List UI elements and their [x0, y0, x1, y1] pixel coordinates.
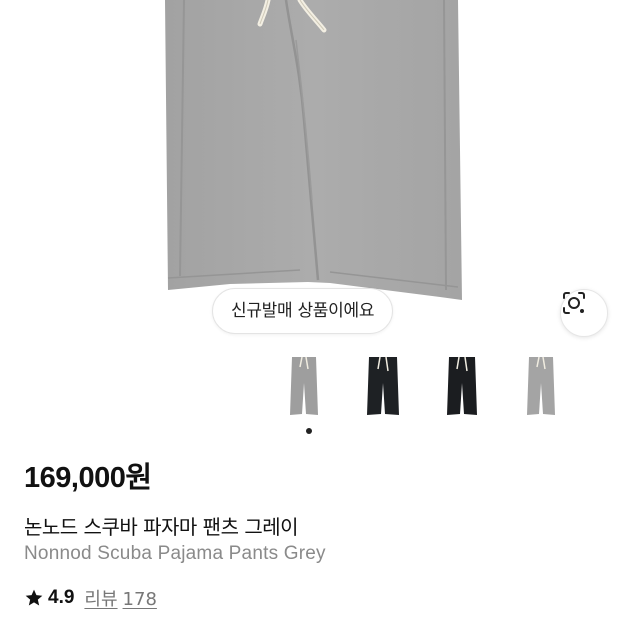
thumbnail-black-2[interactable] [438, 350, 486, 422]
carousel-indicator [306, 428, 312, 434]
review-link[interactable]: 리뷰 178 [84, 585, 156, 611]
image-search-button[interactable] [560, 289, 608, 337]
product-title-english: Nonnod Scuba Pajama Pants Grey [24, 543, 326, 564]
review-label: 리뷰 [84, 589, 118, 610]
thumbnail-grey-1[interactable] [280, 350, 328, 422]
review-count: 178 [122, 589, 157, 610]
thumbnail-black-1[interactable] [359, 350, 407, 422]
thumbnail-pants-image [527, 356, 555, 415]
thumbnail-grey-2[interactable] [517, 350, 565, 422]
rating-value: 4.9 [48, 587, 75, 608]
rating-row: 4.9 리뷰 178 [24, 586, 157, 610]
new-release-badge: 신규발매 상품이에요 [212, 288, 394, 334]
thumbnail-pants-image [290, 356, 318, 415]
thumbnail-pants-image [447, 356, 477, 415]
thumbnail-pants-image [367, 356, 399, 415]
product-page: 신규발매 상품이에요 169,000원 논노드 스쿠바 파자마 팬츠 그레이 N… [0, 0, 620, 620]
carousel-dot-active [306, 428, 312, 434]
product-price: 169,000원 [24, 462, 152, 494]
thumbnail-strip [280, 350, 565, 422]
camera-lens-search-icon [563, 292, 585, 314]
product-hero-image[interactable]: 신규발매 상품이에요 [0, 0, 620, 340]
product-title-korean: 논노드 스쿠바 파자마 팬츠 그레이 [24, 515, 299, 539]
star-icon [25, 589, 43, 606]
